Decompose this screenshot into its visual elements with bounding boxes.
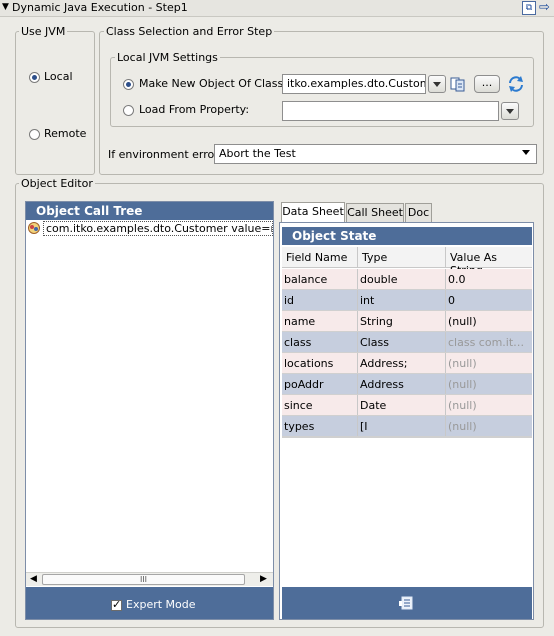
refresh-icon[interactable] [507,75,525,93]
use-jvm-legend: Use JVM [19,25,68,38]
cell-field[interactable]: locations [284,357,354,370]
cell-value[interactable]: (null) [448,420,530,433]
cell-field[interactable]: types [284,420,354,433]
cell-type[interactable]: String [360,315,442,328]
env-error-select[interactable]: Abort the Test [214,144,537,164]
table-row[interactable]: class Class class com.itko.... [282,332,532,353]
remote-label: Remote [44,127,87,140]
list-tool-icon[interactable] [398,595,414,611]
cell-value[interactable]: (null) [448,357,530,370]
cell-field[interactable]: name [284,315,354,328]
cell-type[interactable]: Address; [360,357,442,370]
table-row[interactable]: balance double 0.0 [282,269,532,290]
cell-value[interactable]: class com.itko.... [448,336,530,349]
chevron-down-icon[interactable] [522,150,530,155]
table-row[interactable]: locations Address; (null) [282,353,532,374]
cell-type[interactable]: [I [360,420,442,433]
cell-value[interactable]: (null) [448,378,530,391]
local-radio[interactable] [29,72,40,83]
call-tree-header: Object Call Tree [26,202,273,220]
horizontal-scrollbar[interactable]: ◀ III ▶ [26,572,273,586]
class-dropdown-button[interactable] [428,75,446,93]
tab-doc[interactable]: Doc [405,203,432,222]
env-error-value: Abort the Test [219,147,296,160]
cell-field[interactable]: balance [284,273,354,286]
table-empty-area [282,437,532,587]
local-jvm-settings-legend: Local JVM Settings [115,51,220,64]
title-bar: ▼ Dynamic Java Execution - Step1 ⧉ ⇨ [0,0,554,17]
cell-value[interactable]: (null) [448,399,530,412]
property-dropdown-button[interactable] [501,102,519,120]
make-new-label: Make New Object Of Class: [139,77,287,90]
scroll-thumb[interactable]: III [42,574,245,585]
arrow-right-icon[interactable]: ⇨ [539,0,550,15]
cell-type[interactable]: Class [360,336,442,349]
property-field[interactable] [282,101,499,121]
column-field-name[interactable]: Field Name [286,251,347,264]
tab-data-sheet[interactable]: Data Sheet [281,202,345,222]
browse-button[interactable]: ... [474,75,500,93]
column-type[interactable]: Type [362,251,387,264]
object-state-header: Object State [282,227,532,245]
load-from-property-radio[interactable] [123,105,134,116]
expert-mode-checkbox[interactable]: ✓ [111,598,122,611]
cell-field[interactable]: since [284,399,354,412]
remote-radio[interactable] [29,129,40,140]
object-node-icon [27,221,41,235]
cell-value[interactable]: 0 [448,294,530,307]
class-name-field[interactable]: itko.examples.dto.Customer [282,74,426,94]
panel-title: Dynamic Java Execution - Step1 [12,1,188,14]
scroll-right-icon[interactable]: ▶ [260,574,267,584]
table-row[interactable]: name String (null) [282,311,532,332]
cell-value[interactable]: 0.0 [448,273,530,286]
env-error-label: If environment error: [108,148,223,161]
table-row[interactable]: types [I (null) [282,416,532,437]
cell-field[interactable]: class [284,336,354,349]
cell-type[interactable]: Date [360,399,442,412]
table-header: Field Name Type Value As String [282,247,532,277]
cell-value[interactable]: (null) [448,315,530,328]
cell-field[interactable]: id [284,294,354,307]
table-row[interactable]: since Date (null) [282,395,532,416]
expert-mode-label: Expert Mode [126,598,196,611]
load-from-property-label: Load From Property: [139,103,250,116]
cell-field[interactable]: poAddr [284,378,354,391]
make-new-radio[interactable] [123,79,134,90]
tab-call-sheet[interactable]: Call Sheet [346,203,404,222]
class-selection-legend: Class Selection and Error Step [104,25,275,38]
class-browser-icon[interactable] [450,76,466,92]
object-editor-legend: Object Editor [19,177,95,190]
dock-icon[interactable]: ⧉ [522,1,536,15]
cell-type[interactable]: int [360,294,442,307]
table-row[interactable]: poAddr Address (null) [282,374,532,395]
call-tree-panel [25,201,274,620]
scroll-left-icon[interactable]: ◀ [30,574,37,584]
cell-type[interactable]: Address [360,378,442,391]
tree-item-customer[interactable]: com.itko.examples.dto.Customer value=nul… [43,221,273,236]
local-label: Local [44,70,73,83]
cell-type[interactable]: double [360,273,442,286]
table-row[interactable]: id int 0 [282,290,532,311]
use-jvm-group [15,31,95,175]
collapse-triangle-icon[interactable]: ▼ [2,2,9,12]
